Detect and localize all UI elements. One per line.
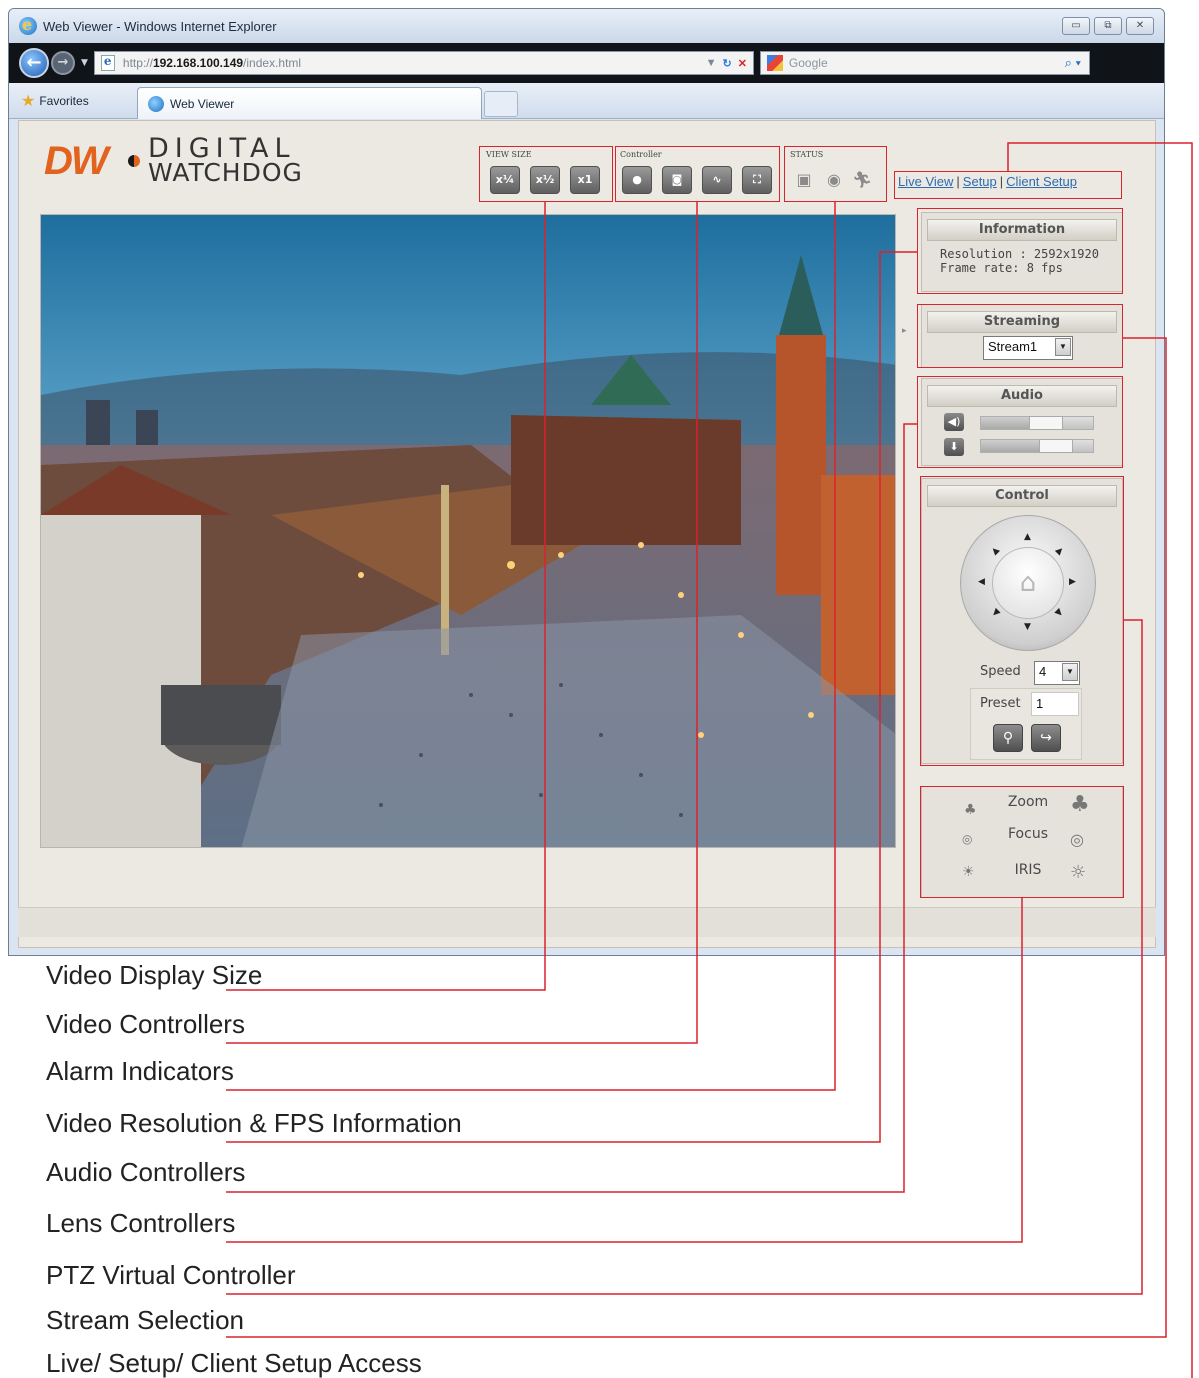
annotation-stream-selection: Stream Selection [46,1305,244,1335]
annotation-resolution-fps: Video Resolution & FPS Information [46,1108,462,1138]
annotation-ptz-controller: PTZ Virtual Controller [46,1260,296,1290]
annotation-video-display-size: Video Display Size [46,960,263,990]
annotation-setup-access: Live/ Setup/ Client Setup Access [46,1348,422,1378]
figure-root: Web Viewer - Windows Internet Explorer ▭… [0,0,1199,1378]
annotation-lens-controllers: Lens Controllers [46,1208,236,1238]
annotation-audio-controllers: Audio Controllers [46,1157,246,1187]
annotation-video-controllers: Video Controllers [46,1009,245,1039]
annotation-alarm-indicators: Alarm Indicators [46,1056,234,1086]
